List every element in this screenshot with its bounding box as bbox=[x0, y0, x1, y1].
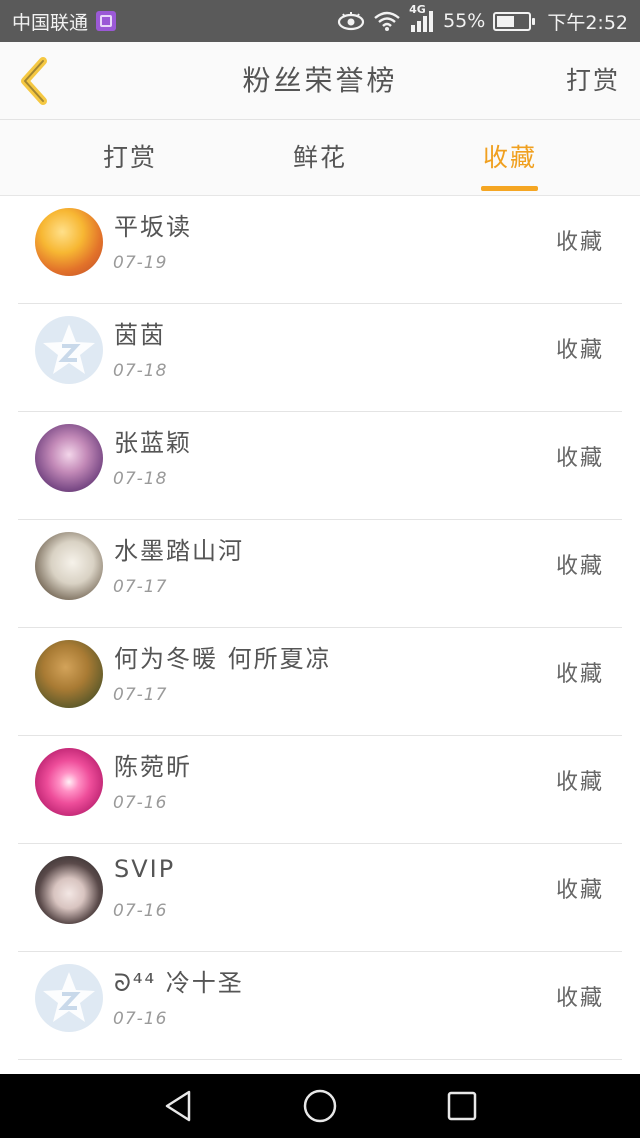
item-date: 07-19 bbox=[113, 253, 168, 273]
user-name: 平坂读 bbox=[114, 213, 192, 241]
nav-back-button[interactable] bbox=[156, 1084, 200, 1128]
list-item[interactable]: 茵茵 07-18 收藏 bbox=[18, 304, 622, 412]
tab-reward[interactable]: 打赏 bbox=[70, 120, 190, 196]
action-label: 收藏 bbox=[555, 554, 604, 579]
item-date: 07-16 bbox=[113, 901, 168, 921]
avatar[interactable] bbox=[35, 856, 103, 924]
action-label: 收藏 bbox=[555, 770, 604, 795]
eye-icon bbox=[337, 11, 365, 31]
fan-list[interactable]: 平坂读 07-19 收藏 茵茵 07-18 收藏 张蓝颖 07-18 收藏 水墨… bbox=[0, 196, 640, 1074]
battery-level bbox=[497, 15, 515, 27]
action-label: 收藏 bbox=[555, 338, 604, 363]
list-item[interactable]: 平坂读 07-19 收藏 bbox=[18, 196, 622, 304]
battery-percent: 55% bbox=[443, 10, 486, 32]
action-label: 收藏 bbox=[555, 878, 604, 903]
list-item[interactable]: 何为冬暖 何所夏凉 07-17 收藏 bbox=[18, 628, 622, 736]
tab-favorites[interactable]: 收藏 bbox=[450, 120, 570, 196]
home-circle-icon bbox=[303, 1089, 337, 1123]
app-header: 粉丝荣誉榜 打赏 bbox=[0, 42, 640, 120]
action-label: 收藏 bbox=[555, 986, 604, 1011]
action-label: 收藏 bbox=[555, 230, 604, 255]
avatar[interactable] bbox=[35, 208, 103, 276]
user-name: SVIP bbox=[114, 855, 176, 883]
avatar[interactable] bbox=[35, 640, 103, 708]
active-tab-indicator bbox=[481, 186, 538, 191]
item-date: 07-18 bbox=[113, 361, 168, 381]
user-name: 茵茵 bbox=[114, 321, 166, 349]
item-date: 07-17 bbox=[113, 685, 168, 705]
battery-icon bbox=[493, 11, 536, 31]
signal-icon: 4G bbox=[409, 3, 435, 33]
user-name: 陈菀昕 bbox=[114, 753, 192, 781]
list-item[interactable]: SVIP 07-16 收藏 bbox=[18, 844, 622, 952]
system-nav-bar bbox=[0, 1074, 640, 1138]
avatar[interactable] bbox=[35, 424, 103, 492]
user-name: 何为冬暖 何所夏凉 bbox=[114, 645, 332, 673]
app-notification-icon bbox=[96, 11, 117, 31]
status-bar: 中国联通 4G 55% 下午2:52 bbox=[0, 0, 640, 42]
network-type-label: 4G bbox=[409, 3, 426, 16]
list-item[interactable]: 陈菀昕 07-16 收藏 bbox=[18, 736, 622, 844]
page-title: 粉丝荣誉榜 bbox=[242, 64, 398, 97]
avatar[interactable] bbox=[35, 748, 103, 816]
wifi-icon bbox=[373, 10, 401, 32]
user-name: ᘐ⁴⁴ 冷十圣 bbox=[114, 969, 244, 997]
back-triangle-icon bbox=[165, 1090, 191, 1122]
action-label: 收藏 bbox=[555, 662, 604, 687]
action-label: 收藏 bbox=[555, 446, 604, 471]
nav-home-button[interactable] bbox=[298, 1084, 342, 1128]
list-item[interactable]: 水墨踏山河 07-17 收藏 bbox=[18, 520, 622, 628]
avatar[interactable] bbox=[35, 532, 103, 600]
user-name: 张蓝颖 bbox=[114, 429, 192, 457]
item-date: 07-16 bbox=[113, 793, 168, 813]
list-item[interactable]: 张蓝颖 07-18 收藏 bbox=[18, 412, 622, 520]
reward-button[interactable]: 打赏 bbox=[566, 42, 620, 120]
item-date: 07-17 bbox=[113, 577, 168, 597]
nav-recents-button[interactable] bbox=[440, 1084, 484, 1128]
tab-bar: 打赏 鲜花 收藏 bbox=[0, 120, 640, 196]
avatar[interactable] bbox=[35, 964, 103, 1032]
item-date: 07-16 bbox=[113, 1009, 168, 1029]
carrier-label: 中国联通 bbox=[12, 11, 89, 34]
default-avatar-icon bbox=[43, 972, 95, 1022]
tab-flowers[interactable]: 鲜花 bbox=[260, 120, 380, 196]
item-date: 07-18 bbox=[113, 469, 168, 489]
user-name: 水墨踏山河 bbox=[114, 537, 244, 565]
avatar[interactable] bbox=[35, 316, 103, 384]
clock: 下午2:52 bbox=[547, 11, 628, 34]
list-item[interactable]: ᘐ⁴⁴ 冷十圣 07-16 收藏 bbox=[18, 952, 622, 1060]
default-avatar-icon bbox=[43, 324, 95, 374]
recents-square-icon bbox=[447, 1091, 477, 1121]
